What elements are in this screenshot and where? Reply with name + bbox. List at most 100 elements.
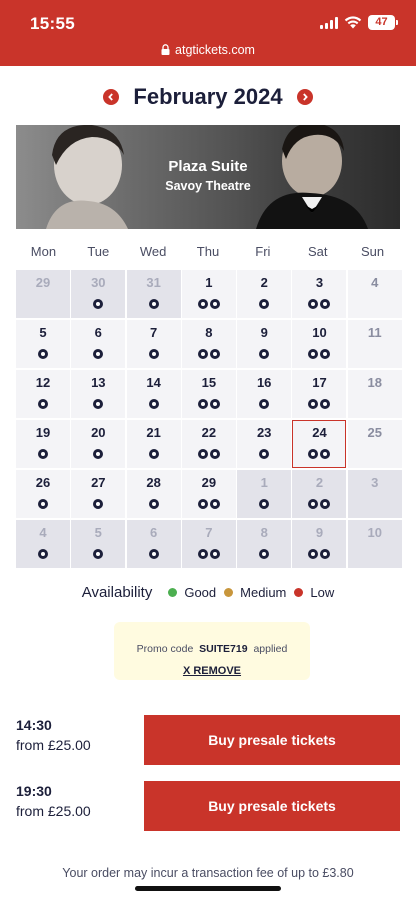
calendar-day-number: 18 (367, 375, 383, 390)
performance-indicators (127, 349, 181, 359)
performance-dot-icon (259, 299, 270, 309)
calendar-day-number: 5 (39, 325, 47, 340)
calendar-day[interactable]: 28 (126, 470, 181, 518)
calendar-day-number: 23 (256, 425, 272, 440)
performance-indicators (292, 299, 346, 309)
calendar-day: 25 (347, 420, 402, 468)
calendar-day[interactable]: 3 (292, 270, 347, 318)
calendar-day-selected[interactable]: 24 (292, 420, 347, 468)
calendar-day-number: 28 (146, 475, 161, 490)
calendar-day[interactable]: 22 (181, 420, 236, 468)
calendar-day-number: 3 (371, 475, 379, 490)
legend-item-medium: Medium (224, 585, 286, 600)
calendar-day-number: 29 (201, 475, 217, 490)
performance-dot-icon (209, 299, 220, 309)
calendar-day-number: 16 (256, 375, 272, 390)
lock-icon (161, 44, 170, 55)
battery-level: 47 (368, 15, 395, 30)
calendar-day[interactable]: 30 (71, 270, 126, 318)
calendar-day-number: 2 (315, 475, 324, 490)
performance-indicators (71, 299, 125, 309)
calendar-day[interactable]: 2 (237, 270, 292, 318)
calendar-day[interactable]: 8 (181, 320, 236, 368)
legend-label-good: Good (184, 585, 217, 600)
legend-item-good: Good (168, 585, 216, 600)
calendar-day-number: 4 (39, 525, 47, 540)
calendar-day[interactable]: 9 (237, 320, 292, 368)
calendar-day-number: 7 (149, 325, 158, 340)
calendar-day-number: 5 (94, 525, 102, 540)
calendar-day[interactable]: 1 (237, 470, 292, 518)
performance-indicators (127, 549, 181, 559)
calendar-day-number: 22 (201, 425, 217, 440)
performance-dot-icon (148, 499, 159, 509)
calendar-day[interactable]: 12 (16, 370, 70, 418)
performance-indicators (182, 549, 236, 559)
calendar-day[interactable]: 8 (237, 520, 292, 568)
weekday-mon: Mon (30, 244, 57, 259)
calendar-day[interactable]: 5 (71, 520, 126, 568)
calendar-day[interactable]: 15 (181, 370, 236, 418)
calendar-day-number: 15 (201, 375, 217, 390)
calendar-day: 3 (347, 470, 402, 518)
status-time: 15:55 (30, 14, 75, 33)
legend-title: Availability (81, 584, 153, 601)
performance-dot-icon (38, 449, 48, 459)
performance-indicators (16, 399, 70, 409)
performance-dot-icon (320, 449, 331, 459)
calendar-day[interactable]: 16 (237, 370, 292, 418)
calendar-day[interactable]: 6 (126, 520, 181, 568)
home-indicator (135, 886, 281, 891)
calendar-day[interactable]: 21 (126, 420, 181, 468)
performance-dot-icon (38, 399, 48, 409)
calendar-day-number: 8 (260, 525, 268, 540)
calendar-day-number: 8 (205, 325, 213, 340)
performance-indicators (292, 449, 346, 459)
calendar-day[interactable]: 20 (71, 420, 126, 468)
performance-dot-icon (93, 549, 104, 559)
calendar-day[interactable]: 13 (71, 370, 126, 418)
calendar-day[interactable]: 4 (16, 520, 70, 568)
remove-promo-link[interactable]: X REMOVE (114, 665, 310, 677)
calendar-day[interactable]: 1 (181, 270, 236, 318)
promo-code-box: Promo code SUITE719 applied X REMOVE (114, 622, 310, 680)
performance-indicators (182, 299, 236, 309)
url-bar[interactable]: atgtickets.com (0, 43, 416, 57)
show-title: Plaza Suite (168, 158, 248, 175)
calendar-day[interactable]: 23 (237, 420, 292, 468)
calendar-day[interactable]: 31 (126, 270, 181, 318)
calendar-day[interactable]: 17 (292, 370, 347, 418)
buy-presale-tickets-button[interactable]: Buy presale tickets (144, 781, 400, 831)
calendar-day[interactable]: 2 (292, 470, 347, 518)
calendar-day[interactable]: 7 (181, 520, 236, 568)
calendar-day-number: 30 (91, 275, 106, 290)
performance-dot-icon (259, 499, 270, 509)
performance-dot-icon (209, 349, 220, 359)
calendar-day[interactable]: 5 (16, 320, 70, 368)
calendar-day[interactable]: 26 (16, 470, 70, 518)
chevron-right-icon[interactable] (296, 89, 313, 105)
promo-code: SUITE719 (199, 643, 248, 655)
calendar-day[interactable]: 19 (16, 420, 70, 468)
performance-indicators (182, 399, 236, 409)
calendar-day-number: 7 (205, 525, 213, 540)
show-venue: Savoy Theatre (165, 179, 251, 193)
availability-legend: Availability Good Medium Low (0, 584, 416, 601)
calendar-day[interactable]: 6 (71, 320, 126, 368)
calendar-day[interactable]: 7 (126, 320, 181, 368)
performance-indicators (292, 349, 346, 359)
buy-presale-tickets-button[interactable]: Buy presale tickets (144, 715, 400, 765)
performance-dot-icon (38, 549, 48, 559)
calendar-day[interactable]: 9 (292, 520, 347, 568)
weekday-fri: Fri (255, 244, 271, 259)
calendar-day[interactable]: 29 (181, 470, 236, 518)
performance-indicators (237, 399, 291, 409)
calendar-day[interactable]: 10 (292, 320, 347, 368)
weekday-thu: Thu (196, 244, 220, 259)
performance-dot-icon (209, 399, 220, 409)
calendar-day-number: 9 (315, 525, 324, 540)
calendar-day[interactable]: 14 (126, 370, 181, 418)
calendar-day[interactable]: 27 (71, 470, 126, 518)
chevron-left-icon[interactable] (103, 89, 120, 105)
performance-indicators (16, 499, 70, 509)
